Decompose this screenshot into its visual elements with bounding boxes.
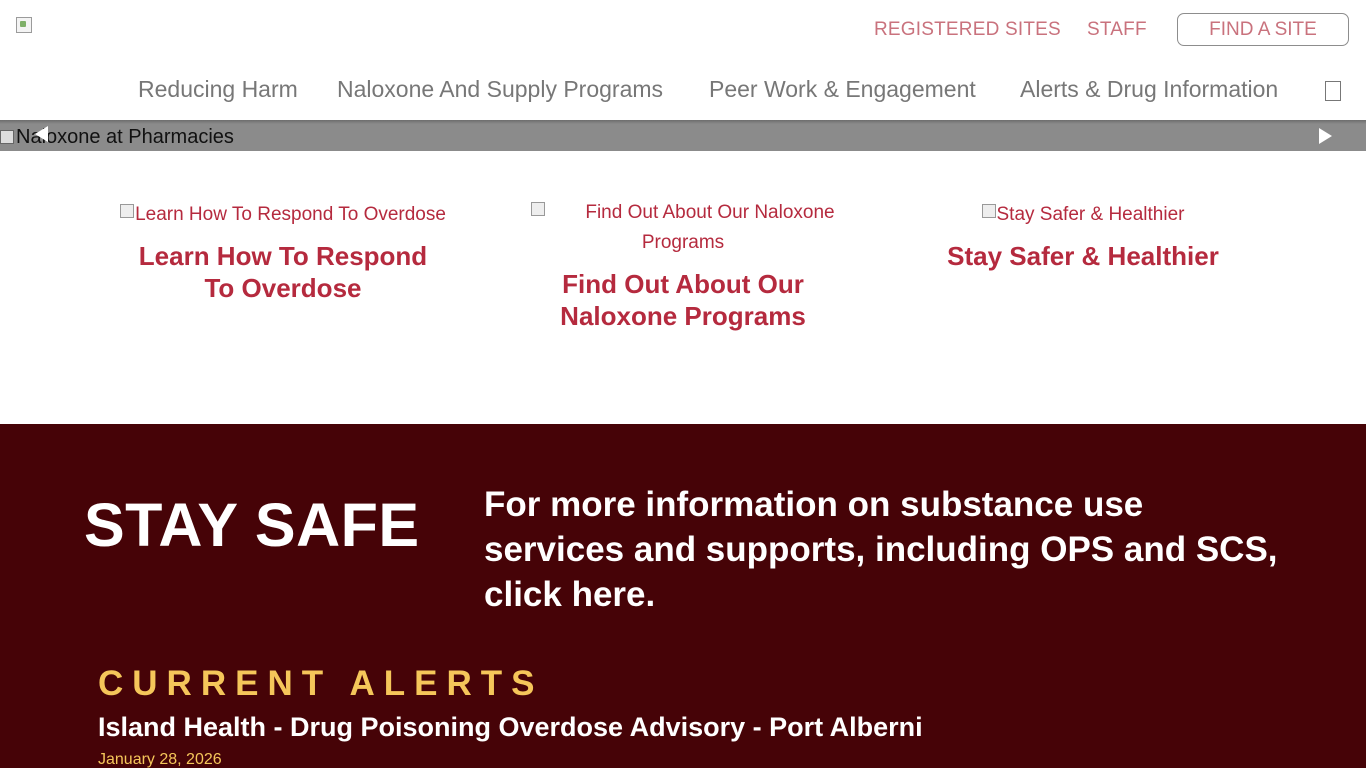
feature-title-line: Naloxone Programs	[560, 301, 806, 331]
broken-image-icon	[120, 204, 135, 218]
feature-image-alt: Stay Safer & Healthier	[888, 200, 1278, 230]
chevron-right-icon[interactable]	[1319, 128, 1332, 144]
chevron-left-icon[interactable]	[35, 126, 48, 142]
feature-naloxone-programs[interactable]: Find Out About Our Naloxone Programs Fin…	[488, 198, 878, 332]
page: REGISTERED SITES STAFF FIND A SITE Reduc…	[0, 0, 1366, 768]
alert-date: January 28, 2026	[98, 751, 222, 768]
broken-image-icon	[531, 202, 546, 216]
feature-image-alt-text: Learn How To Respond To Overdose	[135, 204, 446, 225]
alert-title-link[interactable]: Island Health - Drug Poisoning Overdose …	[98, 712, 923, 743]
feature-image-alt-text: Programs	[641, 232, 725, 253]
feature-image-alt-text: Find Out About Our Naloxone	[585, 202, 835, 223]
feature-title-line: Find Out About Our	[562, 269, 804, 299]
feature-image-alt: Learn How To Respond To Overdose	[88, 200, 478, 230]
broken-image-icon	[0, 130, 14, 144]
stay-safe-info-link[interactable]: For more information on substance use se…	[484, 482, 1284, 617]
registered-sites-link[interactable]: REGISTERED SITES	[874, 19, 1061, 41]
feature-image-alt-text: Stay Safer & Healthier	[996, 204, 1185, 225]
current-alerts-heading: CURRENT ALERTS	[98, 664, 544, 703]
utility-nav: REGISTERED SITES STAFF	[0, 17, 1366, 47]
broken-image-icon	[981, 204, 996, 218]
feature-image-alt: Find Out About Our Naloxone Programs	[488, 198, 878, 258]
feature-title-line: To Overdose	[204, 273, 362, 303]
feature-title-line: Stay Safer & Healthier	[947, 241, 1219, 271]
feature-title[interactable]: Stay Safer & Healthier	[888, 240, 1278, 272]
nav-naloxone-programs[interactable]: Naloxone And Supply Programs	[337, 76, 663, 103]
feature-title[interactable]: Learn How To Respond To Overdose	[88, 240, 478, 304]
nav-reducing-harm[interactable]: Reducing Harm	[138, 76, 298, 103]
feature-stay-safer[interactable]: Stay Safer & Healthier Stay Safer & Heal…	[888, 200, 1278, 272]
nav-alerts-drug-info[interactable]: Alerts & Drug Information	[1020, 76, 1278, 103]
main-nav: Reducing Harm Naloxone And Supply Progra…	[0, 76, 1366, 106]
slider-shadow	[0, 120, 1366, 124]
hero-slider: Naloxone at Pharmacies	[0, 120, 1366, 151]
feature-respond-overdose[interactable]: Learn How To Respond To Overdose Learn H…	[88, 200, 478, 304]
staff-link[interactable]: STAFF	[1087, 19, 1147, 41]
feature-title[interactable]: Find Out About Our Naloxone Programs	[488, 268, 878, 332]
stay-safe-heading: STAY SAFE	[84, 491, 420, 559]
feature-title-line: Learn How To Respond	[138, 241, 428, 271]
slide-label-text: Naloxone at Pharmacies	[16, 126, 234, 148]
find-a-site-button[interactable]: FIND A SITE	[1177, 13, 1349, 46]
box-icon[interactable]	[1325, 81, 1341, 101]
nav-peer-work[interactable]: Peer Work & Engagement	[709, 76, 976, 103]
